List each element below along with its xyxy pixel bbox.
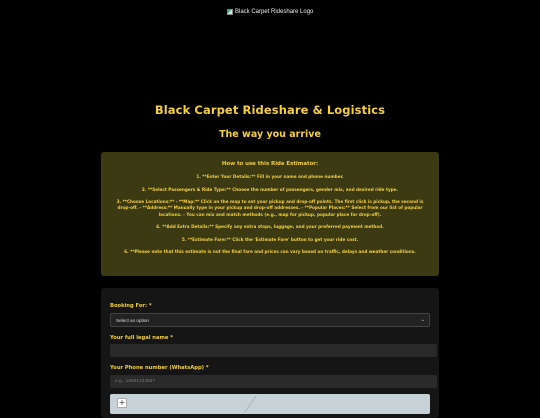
instruction-step: 4. **Add Extra Details:** Specify any ex… <box>156 224 384 230</box>
phone-input[interactable]: e.g., 18681234567 <box>110 375 437 388</box>
page-title: Black Carpet Rideshare & Logistics <box>154 103 386 117</box>
tagline: The way you arrive <box>219 129 321 140</box>
instruction-step: 2. **Select Passengers & Ride Type:** Ch… <box>141 186 399 192</box>
zoom-in-button[interactable]: + <box>117 398 127 408</box>
booking-for-label: Booking For: * <box>110 303 152 309</box>
full-name-input[interactable] <box>110 344 437 357</box>
instruction-step: 6. **Please note that this estimate is n… <box>124 249 416 255</box>
company-logo: Black Carpet Rideshare Logo <box>227 9 313 15</box>
booking-for-select[interactable]: Select an option ⌄ <box>110 313 430 327</box>
instructions-panel: How to use this Ride Estimator: 1. **Ent… <box>101 152 439 276</box>
instruction-step: 5. **Estimate Fare:** Click the 'Estimat… <box>181 236 359 242</box>
full-name-label: Your full legal name * <box>110 335 173 341</box>
phone-label: Your Phone number (WhatsApp) * <box>110 365 209 371</box>
logo-alt-text: Black Carpet Rideshare Logo <box>235 9 314 15</box>
instruction-step: 3. **Choose Locations:** - **Map:** Clic… <box>116 199 424 217</box>
location-map[interactable]: + <box>110 394 430 414</box>
broken-image-icon <box>227 9 233 15</box>
chevron-down-icon: ⌄ <box>420 317 425 323</box>
instruction-step: 1. **Enter Your Details:** Fill in your … <box>196 174 344 179</box>
booking-for-selected: Select an option <box>116 317 149 323</box>
map-road <box>244 395 257 413</box>
instructions-title: How to use this Ride Estimator: <box>221 161 319 167</box>
